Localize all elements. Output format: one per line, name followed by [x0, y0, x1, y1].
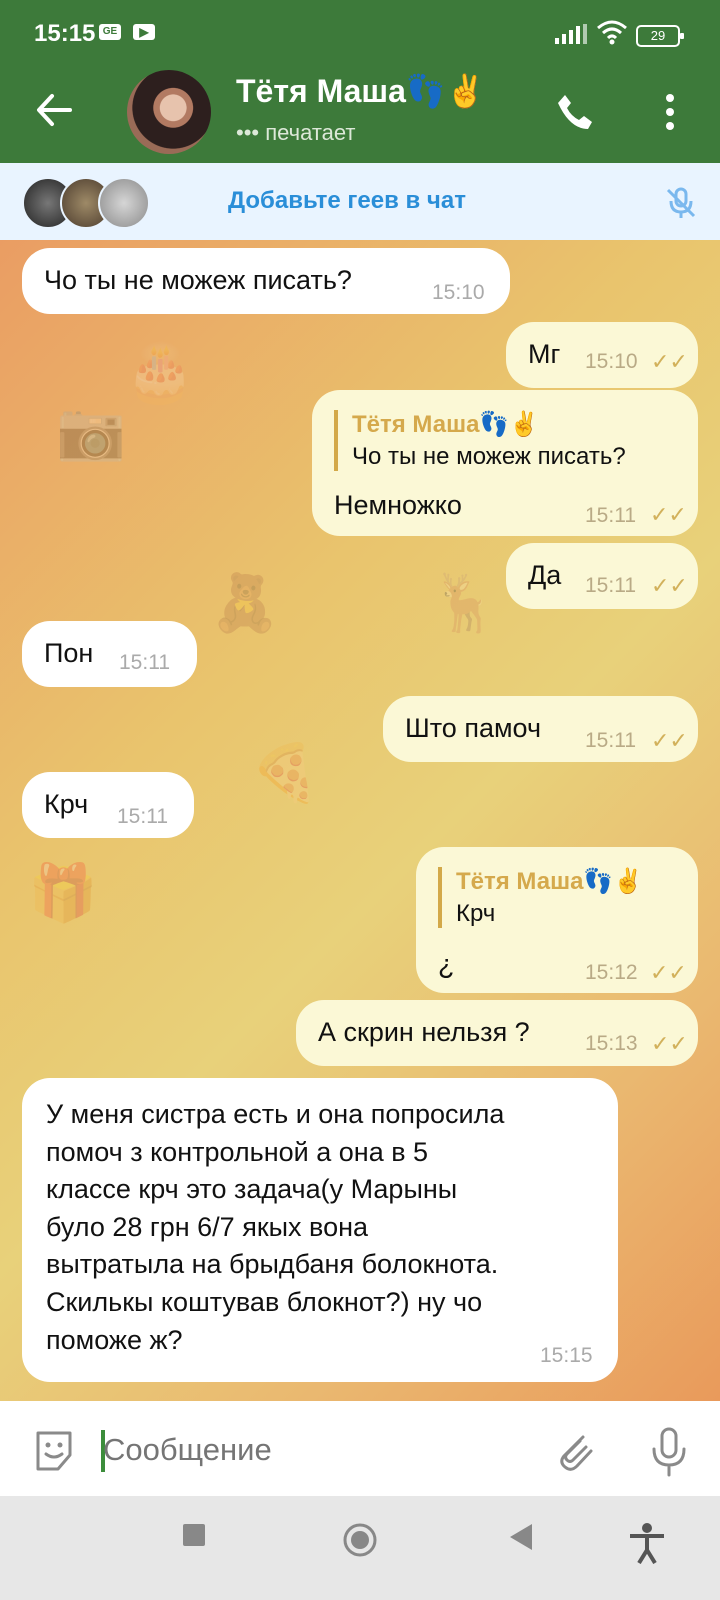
participants-avatars — [22, 177, 152, 229]
message-text: А скрин нельзя ? — [318, 1017, 530, 1047]
reply-text: Крч — [456, 900, 496, 927]
system-navigation-bar — [0, 1496, 720, 1600]
outgoing-message[interactable]: Тётя Маша👣✌️ Чо ты не можеж писать? Немн… — [312, 390, 698, 536]
double-check-icon: ✓✓ — [651, 1031, 688, 1056]
phone-icon[interactable] — [554, 91, 596, 133]
battery-icon: 29 — [636, 25, 684, 47]
outgoing-message[interactable]: Да 15:11 ✓✓ — [506, 543, 698, 609]
message-time: 15:10 — [585, 350, 638, 373]
cake-doodle: 🎂 — [125, 341, 195, 404]
home-button-icon[interactable] — [342, 1522, 378, 1558]
outgoing-message[interactable]: Мг 15:10 ✓✓ — [506, 322, 698, 388]
incoming-message[interactable]: Чо ты не можеж писать? 15:10 — [22, 248, 510, 314]
deer-doodle: 🦌 — [430, 571, 500, 634]
incoming-message[interactable]: У меня систра есть и она попросила помоч… — [22, 1078, 618, 1382]
message-text: Мг — [528, 339, 561, 369]
message-text: Што памоч — [405, 713, 542, 743]
recents-button-icon[interactable] — [181, 1522, 207, 1548]
reply-text: Чо ты не можеж писать? — [352, 443, 626, 470]
banner-title: Добавьте геев в чат — [228, 187, 466, 214]
typing-status: ••• печатает — [236, 120, 356, 145]
message-time: 15:12 — [585, 961, 638, 984]
back-button-icon[interactable] — [508, 1522, 534, 1552]
microphone-icon[interactable] — [650, 1427, 688, 1477]
paperclip-icon[interactable] — [552, 1427, 596, 1475]
outgoing-message[interactable]: Што памоч 15:11 ✓✓ — [383, 696, 698, 762]
camera-doodle: 📷 — [56, 399, 126, 462]
youtube-indicator-icon: ▶ — [133, 24, 155, 40]
pizza-doodle: 🍕 — [250, 741, 320, 804]
message-time: 15:11 — [585, 574, 636, 597]
accessibility-icon[interactable] — [628, 1522, 666, 1564]
incoming-message[interactable]: Пон 15:11 — [22, 621, 197, 687]
status-time: 15:15 — [34, 20, 96, 47]
outgoing-message[interactable]: А скрин нельзя ? 15:13 ✓✓ — [296, 1000, 698, 1066]
message-text: ¿ — [438, 949, 455, 979]
message-text: Да — [528, 560, 562, 590]
sticker-icon[interactable] — [30, 1427, 78, 1475]
chat-header: Тётя Маша👣✌️ ••• печатает — [0, 68, 720, 163]
message-time: 15:11 — [117, 805, 168, 828]
outgoing-message[interactable]: Тётя Маша👣✌️ Крч ¿ 15:12 ✓✓ — [416, 847, 698, 993]
status-bar: 15:15 GE ▶ 29 — [0, 0, 720, 68]
message-text: Пон — [44, 638, 94, 668]
more-vertical-icon[interactable] — [664, 91, 676, 133]
double-check-icon: ✓✓ — [651, 728, 688, 753]
double-check-icon: ✓✓ — [650, 502, 687, 527]
message-time: 15:11 — [585, 729, 636, 752]
voice-chat-banner[interactable]: Добавьте геев в чат — [0, 163, 720, 240]
reply-preview[interactable]: Тётя Маша👣✌️ Крч — [438, 867, 643, 928]
message-text: Немножко — [334, 490, 462, 520]
message-time: 15:10 — [432, 281, 485, 304]
message-time: 15:11 — [119, 651, 170, 674]
double-check-icon: ✓✓ — [651, 573, 688, 598]
double-check-icon: ✓✓ — [651, 349, 688, 374]
ge-indicator-icon: GE — [99, 24, 121, 40]
wifi-icon — [597, 20, 627, 45]
incoming-message[interactable]: Крч 15:11 — [22, 772, 194, 838]
message-text: Крч — [44, 789, 89, 819]
message-time: 15:15 — [540, 1344, 593, 1367]
message-time: 15:13 — [585, 1032, 638, 1055]
back-arrow-icon[interactable] — [36, 93, 72, 127]
mute-microphone-icon[interactable] — [664, 186, 698, 220]
chat-messages[interactable]: 🎂 📷 🧸 🦌 🎁 🍪 🍕 Чо ты не можеж писать? 15:… — [0, 240, 720, 1401]
message-text: Чо ты не можеж писать? — [44, 265, 352, 295]
reply-preview[interactable]: Тётя Маша👣✌️ Чо ты не можеж писать? — [334, 410, 626, 471]
contact-avatar[interactable] — [127, 70, 211, 154]
avatar — [98, 177, 150, 229]
contact-name[interactable]: Тётя Маша👣✌️ — [236, 72, 486, 110]
teddy-doodle: 🧸 — [210, 571, 280, 634]
reply-author: Тётя Маша👣✌️ — [352, 411, 540, 438]
gift-doodle: 🎁 — [28, 861, 98, 924]
signal-icon — [555, 24, 587, 44]
message-text: У меня систра есть и она попросила помоч… — [46, 1099, 505, 1355]
message-composer — [0, 1401, 720, 1496]
reply-author: Тётя Маша👣✌️ — [456, 868, 644, 895]
message-input[interactable] — [101, 1427, 525, 1473]
double-check-icon: ✓✓ — [650, 960, 687, 985]
message-time: 15:11 — [585, 504, 636, 527]
